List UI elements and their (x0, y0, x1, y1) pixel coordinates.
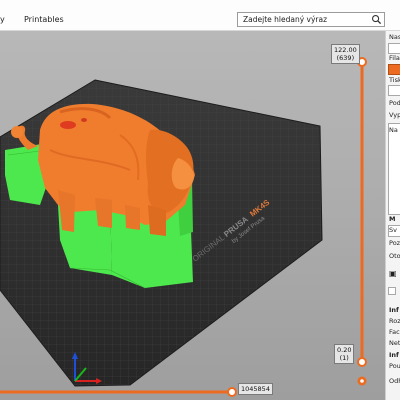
sidebar-label-poz: Poz (389, 239, 400, 247)
layer-top-badge: 122.00 (639) (331, 44, 360, 64)
sidebar-label-face: Face (389, 328, 400, 336)
print-settings-dropdown[interactable] (388, 43, 400, 54)
sidebar-value-sv: Sv (389, 226, 397, 234)
layer-slider[interactable] (357, 57, 367, 367)
layer-top-number: (639) (336, 54, 355, 62)
sidebar-label-net: Net (389, 339, 400, 347)
layer-slider-bottom-handle[interactable] (357, 357, 367, 367)
printer-dropdown[interactable] (388, 85, 400, 96)
search-icon[interactable] (371, 14, 382, 25)
print-preview-scene[interactable]: ORIGINAL PRUSA MK4S by Josef Prusa (0, 31, 385, 400)
sidebar-label-pou: Pou (389, 362, 400, 370)
3d-viewport[interactable]: ORIGINAL PRUSA MK4S by Josef Prusa 122.0… (0, 31, 385, 400)
sidebar-label-m: M (389, 215, 396, 223)
sidebar-label-tisk: Tiskár (389, 76, 400, 84)
sidebar-label-filam: Filam (389, 54, 400, 62)
sidebar-label-nast: Nast (389, 33, 400, 41)
move-slider-value: 1045854 (241, 385, 270, 393)
sidebar-label-oto: Oto (389, 252, 400, 260)
menu-item-printables[interactable]: Printables (24, 15, 64, 24)
top-menu-bar: y Printables (0, 0, 400, 31)
sidebar-label-podp: Podp (389, 99, 400, 107)
checkbox[interactable] (388, 287, 396, 295)
move-slider-handle[interactable] (227, 387, 237, 397)
search-box[interactable] (237, 12, 385, 27)
layer-bottom-number: (1) (339, 354, 349, 362)
sidebar-label-roz: Roz (389, 317, 400, 325)
layer-bottom-height: 0.20 (337, 346, 352, 354)
search-input[interactable] (238, 13, 373, 26)
move-slider[interactable] (0, 387, 237, 397)
lock-icon[interactable]: ▣ (389, 269, 397, 278)
object-list[interactable] (388, 123, 400, 215)
object-list-header: Na (389, 126, 398, 134)
sidebar-label-inf2: Inf (389, 351, 399, 359)
settings-sidebar: Nast Filam Tiskár Podp Vypl Na M Sv Poz … (385, 31, 400, 400)
sidebar-label-odh: Odh (389, 377, 400, 385)
move-slider-badge: 1045854 (238, 383, 273, 395)
layer-top-height: 122.00 (334, 46, 357, 54)
layer-bottom-badge: 0.20 (1) (334, 344, 355, 364)
menu-item-partial[interactable]: y (0, 15, 5, 24)
gear-icon[interactable] (357, 376, 367, 386)
sidebar-label-vypl: Vypl (389, 111, 400, 119)
filament-color-swatch[interactable] (388, 64, 400, 75)
sidebar-label-inf1: Inf (389, 306, 399, 314)
